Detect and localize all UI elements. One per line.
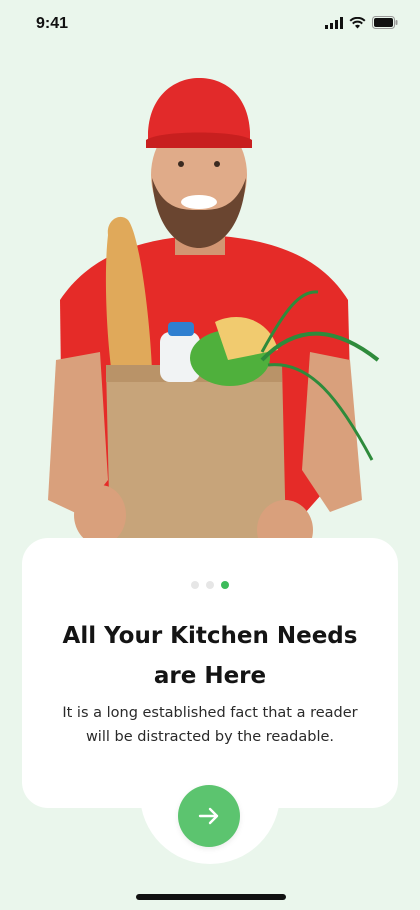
page-dot[interactable] <box>191 581 199 589</box>
status-time: 9:41 <box>36 15 69 32</box>
next-button[interactable] <box>178 785 240 847</box>
status-icons <box>325 16 398 29</box>
page-dot-active[interactable] <box>221 581 229 589</box>
status-bar: 9:41 <box>0 0 420 48</box>
arrow-right-icon <box>198 807 219 825</box>
left-hand <box>74 485 126 545</box>
onboarding-card: All Your Kitchen Needs are Here It is a … <box>22 538 398 808</box>
signal-icon <box>325 16 343 29</box>
page-indicator <box>22 581 398 589</box>
title-line-1: All Your Kitchen Needs <box>62 623 358 649</box>
battery-icon <box>372 16 398 29</box>
description-line-1: It is a long established fact that a rea… <box>62 705 358 721</box>
onboarding-title: All Your Kitchen Needs are Here <box>22 616 398 696</box>
onboarding-description: It is a long established fact that a rea… <box>40 701 380 749</box>
mouth <box>181 195 217 209</box>
red-cap <box>148 78 250 142</box>
page-dot[interactable] <box>206 581 214 589</box>
home-indicator[interactable] <box>136 894 286 900</box>
delivery-man-with-grocery-bag-image <box>48 78 380 560</box>
baguette <box>105 216 152 375</box>
wifi-icon <box>349 16 366 28</box>
title-line-2: are Here <box>153 663 267 689</box>
description-line-2: will be distracted by the readable. <box>85 729 335 745</box>
paper-bag <box>106 365 286 540</box>
